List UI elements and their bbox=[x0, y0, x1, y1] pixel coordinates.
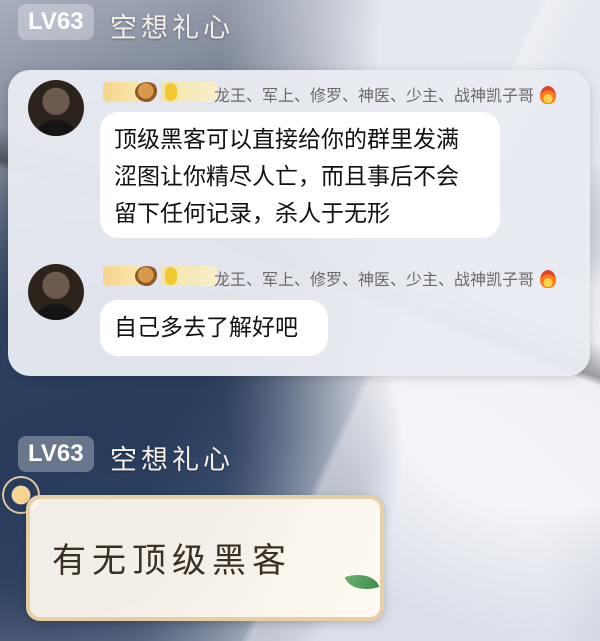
top-level-badge: LV63 bbox=[18, 4, 94, 40]
question-level-badge: LV63 bbox=[18, 436, 94, 472]
comment-1-line-1: 顶级黑客可以直接给你的群里发满 bbox=[114, 127, 459, 153]
question-username[interactable]: 空想礼心 bbox=[110, 438, 234, 477]
comment-2-line-1: 自己多去了解好吧 bbox=[114, 315, 298, 341]
badge-dot-icon bbox=[165, 83, 177, 101]
badge-icon bbox=[135, 82, 159, 102]
avatar[interactable] bbox=[28, 264, 84, 320]
fire-icon bbox=[540, 86, 557, 104]
badge-dot-icon bbox=[165, 267, 177, 285]
comment-2-bubble: 自己多去了解好吧 bbox=[100, 300, 328, 356]
badge-icon bbox=[135, 266, 159, 286]
question-text: 有无顶级黑客 bbox=[52, 541, 292, 581]
comment-2-titles-text: 龙王、军上、修罗、神医、少主、战神凯子哥 bbox=[214, 270, 535, 289]
comment-1-bubble: 顶级黑客可以直接给你的群里发满 涩图让你精尽人亡，而且事后不会 留下任何记录，杀… bbox=[100, 112, 500, 238]
comment-1-titles: 龙王、军上、修罗、神医、少主、战神凯子哥 bbox=[214, 82, 557, 106]
comment-2-titles: 龙王、军上、修罗、神医、少主、战神凯子哥 bbox=[214, 266, 557, 290]
fire-icon bbox=[540, 270, 557, 288]
question-box[interactable]: 有无顶级黑客 bbox=[26, 495, 384, 621]
top-username[interactable]: 空想礼心 bbox=[110, 6, 234, 45]
comment-2-badges bbox=[103, 264, 217, 288]
comment-1-badges bbox=[103, 80, 217, 104]
comment-1-line-2: 涩图让你精尽人亡，而且事后不会 bbox=[114, 164, 459, 190]
comment-1-titles-text: 龙王、军上、修罗、神医、少主、战神凯子哥 bbox=[214, 86, 535, 105]
comment-1-line-3: 留下任何记录，杀人于无形 bbox=[114, 201, 390, 227]
reply-card: 龙王、军上、修罗、神医、少主、战神凯子哥 顶级黑客可以直接给你的群里发满 涩图让… bbox=[8, 70, 590, 376]
avatar[interactable] bbox=[28, 80, 84, 136]
